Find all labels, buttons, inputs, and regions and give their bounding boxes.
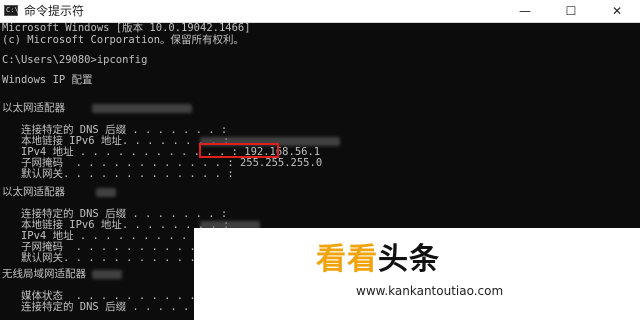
console-line: C:\Users\29080>ipconfig [2,54,148,66]
close-button[interactable]: ✕ [594,0,640,22]
watermark-logo-part1: 看看 [316,242,378,277]
watermark-logo: 看看头条 [316,242,440,278]
maximize-button[interactable]: ☐ [548,0,594,22]
redacted-adapter-name [92,270,122,279]
ipv4-highlight-box [199,143,279,158]
watermark-url: www.kankantoutiao.com [356,284,504,298]
console-line: Windows IP 配置 [2,74,93,86]
console-line: 以太网适配器 [2,186,65,198]
watermark-logo-part2: 头条 [378,242,440,277]
cmd-icon-glyph: C:\ [6,6,19,14]
minimize-button[interactable]: — [502,0,548,22]
redacted-adapter-name [92,104,192,113]
console-line: 以太网适配器 [2,102,65,114]
console-line: 默认网关. . . . . . . . . . . . . : [2,168,234,180]
console-line: (c) Microsoft Corporation。保留所有权利。 [2,34,245,46]
console-line: Microsoft Windows [版本 10.0.19042.1466] [2,22,251,34]
watermark: 看看头条 www.kankantoutiao.com [194,228,640,320]
redacted-adapter-name [96,188,116,197]
console-line: 无线局域网适配器 [2,268,86,280]
title-bar: C:\ 命令提示符 — ☐ ✕ [0,0,640,23]
window-title: 命令提示符 [24,4,85,18]
cmd-icon[interactable]: C:\ [4,5,19,16]
